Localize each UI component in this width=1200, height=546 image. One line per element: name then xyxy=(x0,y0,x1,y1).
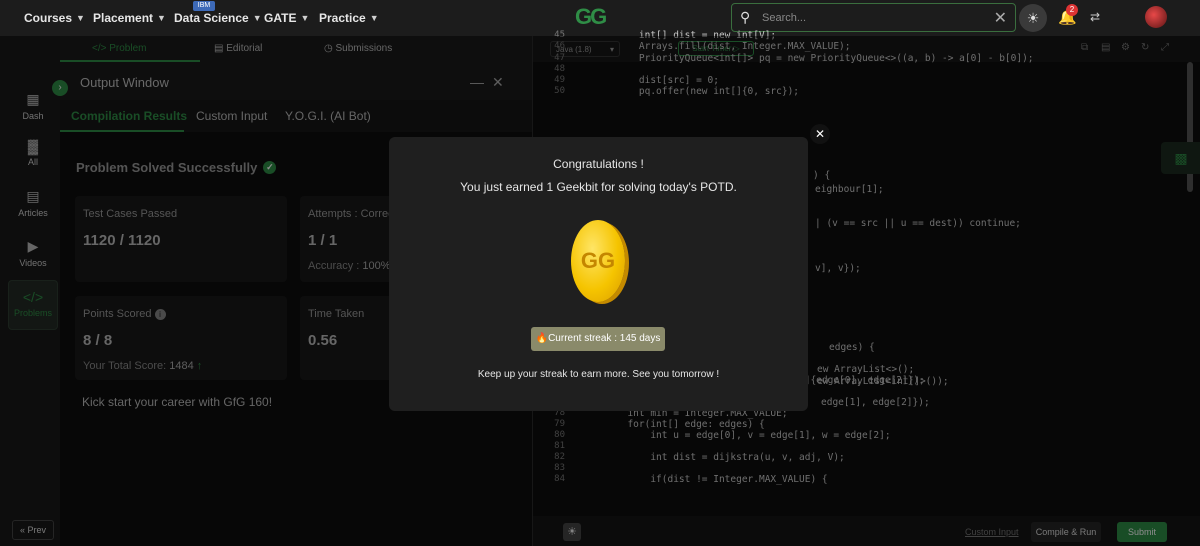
gfg-logo[interactable]: GG xyxy=(575,4,607,30)
translate-icon[interactable]: ⇄ xyxy=(1090,10,1100,24)
search-icon: ⚲ xyxy=(740,9,751,25)
modal-message: You just earned 1 Geekbit for solving to… xyxy=(460,180,737,194)
nav-courses[interactable]: Courses ▼ xyxy=(24,11,85,25)
theme-toggle-icon[interactable]: ☀ xyxy=(1019,4,1047,32)
chevron-down-icon: ▼ xyxy=(369,13,379,23)
modal-title: Congratulations ! xyxy=(553,157,644,171)
congrats-modal: Congratulations ! You just earned 1 Geek… xyxy=(389,137,808,411)
geekbit-coin-icon: GG xyxy=(571,220,625,302)
ibm-badge: IBM xyxy=(193,1,215,11)
avatar[interactable] xyxy=(1145,6,1167,28)
fire-icon: 🔥 xyxy=(535,333,549,344)
chevron-down-icon: ▼ xyxy=(157,13,166,23)
nav-data-science-label: Data Science xyxy=(174,11,249,25)
nav-data-science[interactable]: Data Science ▼ xyxy=(174,11,262,25)
nav-gate-label: GATE xyxy=(264,11,297,25)
nav-courses-label: Courses xyxy=(24,11,73,25)
streak-badge: 🔥Current streak : 145 days xyxy=(531,327,665,351)
nav-placement[interactable]: Placement ▼ xyxy=(93,11,166,25)
top-navbar: Courses ▼ Placement ▼ IBM Data Science ▼ GA… xyxy=(0,0,1200,36)
chevron-down-icon: ▼ xyxy=(76,13,85,23)
chevron-down-icon: ▼ xyxy=(300,13,310,23)
nav-placement-label: Placement xyxy=(93,11,154,25)
nav-practice[interactable]: Practice ▼ xyxy=(319,11,379,25)
modal-footer: Keep up your streak to earn more. See yo… xyxy=(477,369,720,380)
nav-practice-label: Practice xyxy=(319,11,366,25)
close-icon[interactable]: ✕ xyxy=(994,8,1007,28)
nav-gate[interactable]: GATE ▼ xyxy=(264,11,309,25)
streak-text: Current streak : 145 days xyxy=(548,333,661,344)
search-bar[interactable]: ⚲ Search... ✕ xyxy=(731,3,1016,32)
search-input[interactable]: Search... xyxy=(762,12,806,24)
chevron-down-icon: ▼ xyxy=(252,13,262,23)
close-icon[interactable]: ✕ xyxy=(810,124,830,144)
notification-badge: 2 xyxy=(1066,4,1078,16)
